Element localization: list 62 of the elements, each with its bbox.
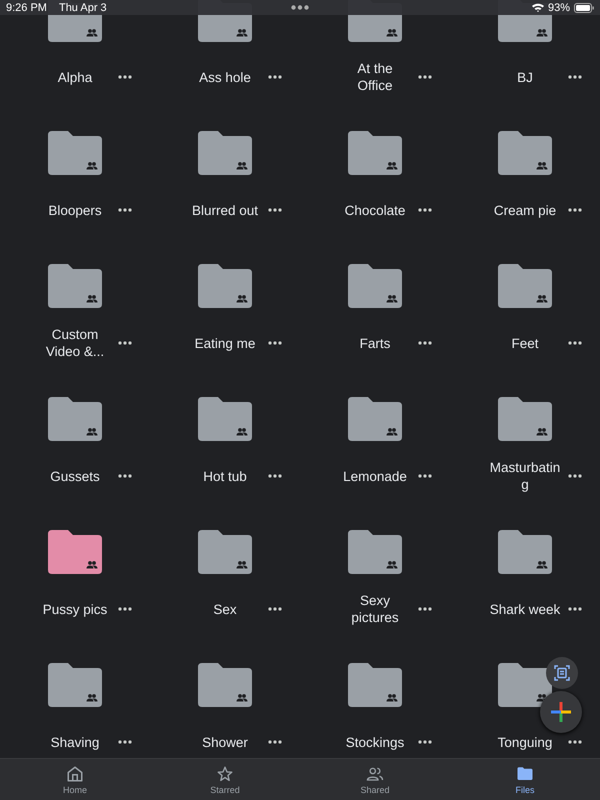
- shared-folder-icon[interactable]: [198, 264, 252, 308]
- folder-name[interactable]: Eating me: [189, 334, 261, 352]
- shared-folder-icon[interactable]: [348, 530, 402, 574]
- folder-name[interactable]: Feet: [489, 334, 561, 352]
- shared-folder-icon[interactable]: [48, 264, 102, 308]
- folder-icon: [516, 764, 534, 782]
- folder-name[interactable]: Gussets: [39, 468, 111, 484]
- folder-name[interactable]: BJ: [489, 68, 561, 86]
- folder-name[interactable]: Alpha: [39, 68, 111, 86]
- status-date: Thu Apr 3: [58, 2, 107, 14]
- folder-name[interactable]: Bloopers: [39, 202, 111, 218]
- status-time: 9:26 PM: [6, 2, 47, 14]
- shared-folder-icon[interactable]: [498, 131, 552, 175]
- shared-folder-icon[interactable]: [498, 530, 552, 574]
- folder-name[interactable]: Shower: [189, 734, 261, 750]
- folder-name[interactable]: Custom Video &...: [39, 326, 111, 360]
- shared-folder-icon[interactable]: [48, 530, 102, 574]
- battery-percent: 93%: [548, 2, 570, 14]
- shared-folder-icon[interactable]: [48, 663, 102, 707]
- folder-name[interactable]: Shark week: [489, 600, 561, 618]
- folder-name[interactable]: Pussy pics: [39, 600, 111, 618]
- folder-name[interactable]: Sex: [189, 600, 261, 618]
- shared-folder-icon[interactable]: [348, 397, 402, 441]
- more-dots-icon: [291, 5, 309, 10]
- shared-folder-icon[interactable]: [198, 530, 252, 574]
- folder-name[interactable]: Shaving: [39, 734, 111, 750]
- shared-folder-icon[interactable]: [48, 131, 102, 175]
- folder-name[interactable]: Hot tub: [189, 468, 261, 484]
- folder-name[interactable]: Chocolate: [339, 202, 411, 218]
- people-icon: [366, 764, 384, 782]
- nav-tab[interactable]: Shared: [300, 759, 450, 800]
- folder-name[interactable]: At the Office: [339, 60, 411, 94]
- folder-name[interactable]: Blurred out: [189, 202, 261, 218]
- shared-folder-icon[interactable]: [348, 264, 402, 308]
- scan-icon: [554, 665, 570, 681]
- folder-name[interactable]: Stockings: [339, 734, 411, 750]
- shared-folder-icon[interactable]: [498, 397, 552, 441]
- shared-folder-icon[interactable]: [198, 397, 252, 441]
- star-icon: [216, 764, 234, 782]
- folder-name[interactable]: Masturbating: [489, 459, 561, 493]
- shared-folder-icon[interactable]: [198, 663, 252, 707]
- shared-folder-icon[interactable]: [498, 264, 552, 308]
- plus-icon: [550, 701, 572, 723]
- shared-folder-icon[interactable]: [48, 397, 102, 441]
- folder-name[interactable]: Lemonade: [339, 468, 411, 484]
- shared-folder-icon[interactable]: [348, 663, 402, 707]
- nav-tab[interactable]: Home: [0, 759, 150, 800]
- home-icon: [66, 764, 84, 782]
- new-button[interactable]: [540, 691, 582, 733]
- folder-name[interactable]: Tonguing: [489, 734, 561, 750]
- folder-name[interactable]: Farts: [339, 334, 411, 352]
- folder-name[interactable]: Cream pie: [489, 202, 561, 218]
- shared-folder-icon[interactable]: [498, 663, 552, 707]
- nav-tab[interactable]: Starred: [150, 759, 300, 800]
- wifi-icon: [532, 3, 544, 12]
- shared-folder-icon[interactable]: [198, 131, 252, 175]
- battery-icon: [574, 2, 594, 12]
- nav-tab[interactable]: Files: [450, 759, 600, 800]
- folder-name[interactable]: Sexy pictures: [339, 592, 411, 626]
- folder-name[interactable]: Ass hole: [189, 68, 261, 86]
- scan-button[interactable]: [546, 657, 578, 689]
- shared-folder-icon[interactable]: [348, 131, 402, 175]
